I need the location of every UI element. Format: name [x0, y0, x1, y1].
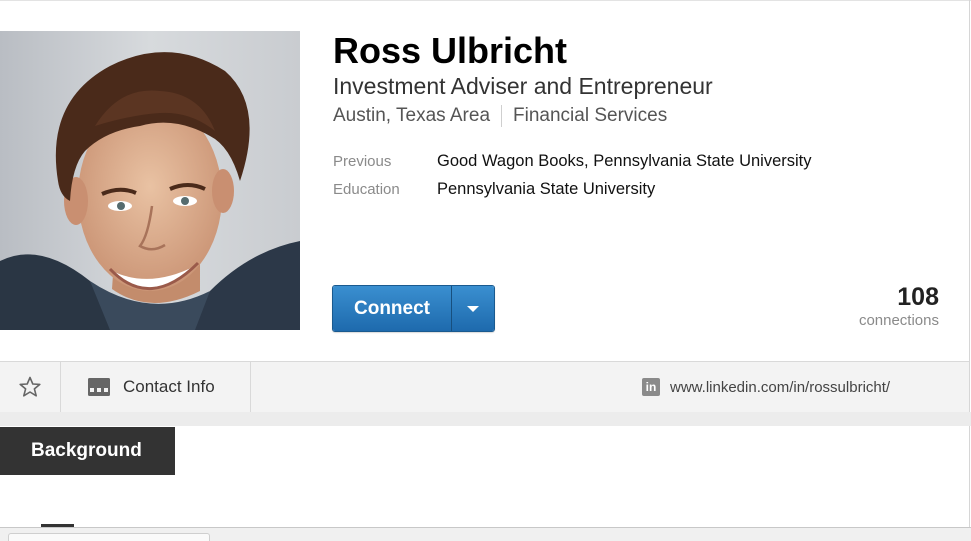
linkedin-icon: in: [642, 378, 660, 396]
detail-label: Previous: [333, 152, 392, 170]
star-icon: [19, 376, 41, 397]
connect-dropdown-button[interactable]: [451, 286, 494, 331]
contact-card-icon: [88, 378, 110, 396]
profile-url[interactable]: www.linkedin.com/in/rossulbricht/: [670, 379, 890, 396]
detail-label: Education: [333, 180, 400, 198]
top-divider: [0, 0, 971, 1]
location-industry-row: Austin, Texas Area Financial Services: [333, 103, 667, 129]
profile-headline: Investment Adviser and Entrepreneur: [333, 73, 713, 99]
profile-industry[interactable]: Financial Services: [513, 105, 667, 127]
contact-info-button[interactable]: Contact Info: [61, 362, 251, 412]
contact-info-label: Contact Info: [123, 377, 215, 396]
location-divider: [501, 105, 503, 127]
favorite-button[interactable]: [0, 362, 61, 412]
detail-value[interactable]: Pennsylvania State University: [437, 180, 655, 199]
section-separator: [0, 412, 971, 426]
connect-button-group: Connect: [332, 285, 495, 332]
profile-details: Previous Good Wagon Books, Pennsylvania …: [333, 147, 812, 203]
profile-location[interactable]: Austin, Texas Area: [333, 105, 490, 127]
profile-name: Ross Ulbricht: [333, 30, 568, 71]
profile-toolbar: Contact Info in www.linkedin.com/in/ross…: [0, 361, 969, 413]
profile-photo: [0, 31, 300, 330]
chevron-down-icon: [467, 305, 479, 312]
public-profile-link[interactable]: in www.linkedin.com/in/rossulbricht/: [642, 362, 890, 412]
detail-value[interactable]: Good Wagon Books, Pennsylvania State Uni…: [437, 152, 812, 171]
connect-button[interactable]: Connect: [333, 286, 451, 331]
profile-page: Ross Ulbricht Investment Adviser and Ent…: [0, 0, 971, 541]
connections-count: 108: [897, 283, 939, 311]
detail-row-previous: Previous Good Wagon Books, Pennsylvania …: [333, 147, 812, 175]
background-section-tab[interactable]: Background: [0, 427, 175, 475]
connections-label: connections: [858, 312, 939, 329]
bottom-tab[interactable]: [8, 533, 210, 541]
right-divider: [969, 0, 970, 541]
detail-row-education: Education Pennsylvania State University: [333, 175, 812, 203]
